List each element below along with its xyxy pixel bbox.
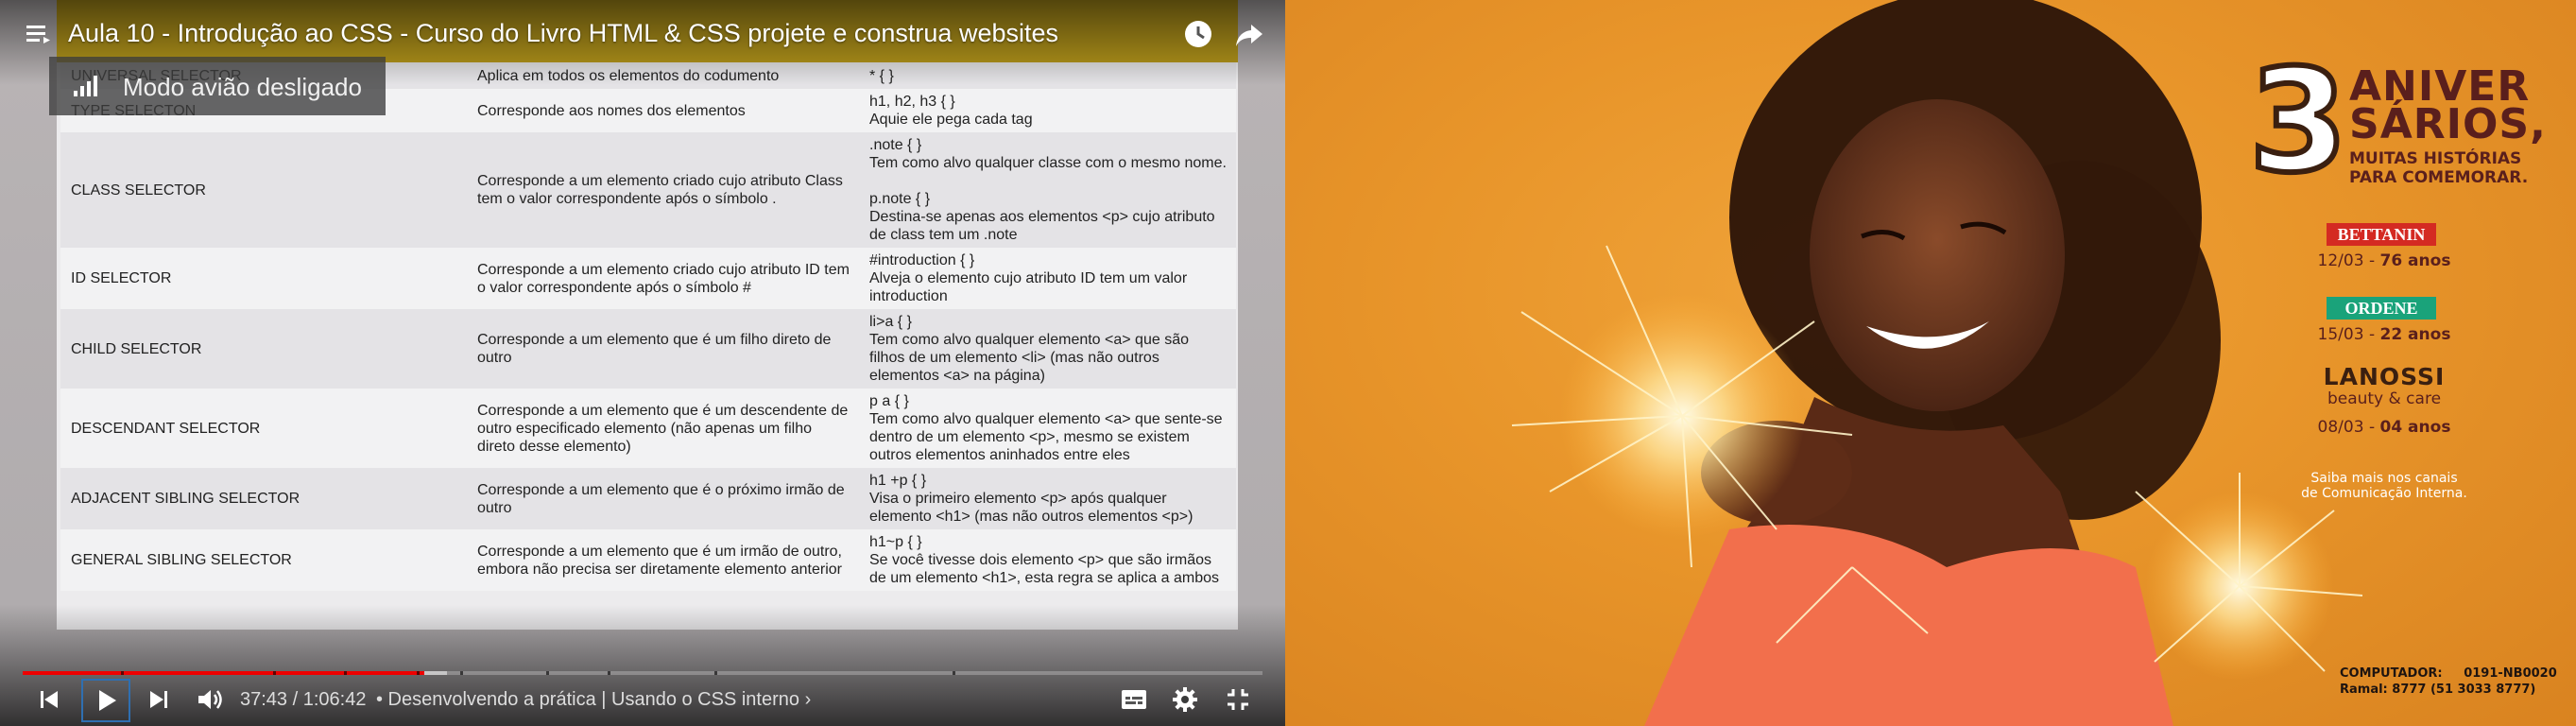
- selector-description: Corresponde a um elemento que é o próxim…: [477, 481, 845, 516]
- table-row: CLASS SELECTOR Corresponde a um elemento …: [60, 132, 1236, 248]
- subline-1: MUITAS HISTÓRIAS: [2349, 149, 2522, 168]
- progress-played: [23, 671, 425, 675]
- selector-name: DESCENDANT SELECTOR: [71, 420, 261, 437]
- skip-next-icon: [150, 691, 167, 708]
- chapter-marker: [545, 671, 549, 675]
- selector-name: GENERAL SIBLING SELECTOR: [71, 552, 292, 568]
- volume-button[interactable]: [193, 684, 227, 715]
- table-row: ADJACENT SIBLING SELECTOR Corresponde a u…: [60, 468, 1236, 529]
- selector-name: CHILD SELECTOR: [71, 340, 202, 357]
- chapter-marker: [460, 671, 464, 675]
- ordene-logo: ORDENE: [2327, 297, 2436, 320]
- ordene-date: 15/03 - 22 anos: [2317, 325, 2451, 344]
- signal-icon: [74, 76, 97, 96]
- menu-icon[interactable]: [21, 17, 55, 51]
- chapter-marker: [714, 671, 718, 675]
- clock-icon[interactable]: [1181, 17, 1215, 51]
- selector-example: h1~p { } Se você tivesse dois elemento <…: [869, 534, 1219, 586]
- selector-name: ID SELECTOR: [71, 270, 172, 286]
- lanossi-logo: LANOSSI: [2323, 363, 2446, 390]
- selector-description: Corresponde a um elemento criado cujo at…: [477, 173, 843, 207]
- chapter-marker: [953, 671, 955, 675]
- bettanin-logo: BETTANIN: [2327, 223, 2436, 246]
- subline-2: PARA COMEMORAR.: [2349, 168, 2529, 187]
- next-button[interactable]: [144, 684, 174, 715]
- lanossi-tagline: beauty & care: [2327, 389, 2442, 408]
- headline-line-2: SÁRIOS,: [2349, 100, 2547, 148]
- table-row: GENERAL SIBLING SELECTOR Corresponde a um…: [60, 529, 1236, 591]
- info-line-2: de Comunicação Interna.: [2301, 486, 2467, 501]
- bettanin-date: 12/03 - 76 anos: [2317, 251, 2451, 270]
- lanossi-date: 08/03 - 04 anos: [2317, 418, 2451, 437]
- airplane-mode-toast: Modo avião desligado: [49, 57, 386, 115]
- selector-name: ADJACENT SIBLING SELECTOR: [71, 491, 301, 507]
- selector-description: Corresponde aos nomes dos elementos: [477, 102, 746, 119]
- chapter-marker: [343, 671, 347, 675]
- fullscreen-exit-icon: [1228, 689, 1248, 710]
- chapter-marker: [608, 671, 611, 675]
- table-row: DESCENDANT SELECTOR Corresponde a um elem…: [60, 389, 1236, 468]
- selector-description: Corresponde a um elemento que é um desce…: [477, 402, 849, 455]
- subtitles-button[interactable]: [1117, 684, 1151, 715]
- volume-icon: [198, 690, 222, 709]
- settings-button[interactable]: [1168, 684, 1202, 715]
- video-player[interactable]: UNIVERSAL SELECTORAplica em todos os ele…: [0, 0, 1285, 726]
- anniversary-headline: ANIVER SÁRIOS, MUITAS HISTÓRIAS PARA COM…: [2249, 59, 2546, 200]
- chapter-marker: [120, 671, 124, 675]
- gear-icon: [1173, 687, 1197, 712]
- skip-previous-icon: [41, 691, 58, 708]
- selector-example: li>a { } Tem como alvo qualquer elemento…: [869, 314, 1189, 384]
- info-line-1: Saiba mais nos canais: [2310, 471, 2458, 486]
- fullscreen-exit-button[interactable]: [1221, 684, 1255, 715]
- share-icon[interactable]: [1232, 17, 1266, 51]
- selector-name: CLASS SELECTOR: [71, 182, 206, 199]
- progress-bar[interactable]: [23, 671, 1262, 675]
- play-button[interactable]: [81, 679, 130, 722]
- footer-extension: Ramal: 8777 (51 3033 8777): [2340, 683, 2536, 697]
- airplane-toast-text: Modo avião desligado: [123, 73, 362, 101]
- time-display: 37:43 / 1:06:42: [240, 689, 367, 710]
- selector-example: h1, h2, h3 { } Aquie ele pega cada tag: [869, 94, 1033, 128]
- selector-description: Corresponde a um elemento que é um filho…: [477, 332, 832, 366]
- selector-example: #introduction { } Alveja o elemento cujo…: [869, 252, 1188, 304]
- previous-button[interactable]: [34, 684, 64, 715]
- table-row: CHILD SELECTOR Corresponde a um elemento …: [60, 309, 1236, 389]
- subtitles-icon: [1122, 690, 1146, 709]
- play-icon: [99, 690, 116, 711]
- selector-description: Corresponde a um elemento que é um irmão…: [477, 543, 842, 578]
- chapter-marker: [417, 671, 421, 675]
- selector-description: Corresponde a um elemento criado cujo at…: [477, 261, 850, 296]
- selectors-table: UNIVERSAL SELECTORAplica em todos os ele…: [60, 62, 1236, 591]
- chapter-title[interactable]: • Desenvolvendo a prática | Usando o CSS…: [376, 689, 811, 711]
- table-row: ID SELECTOR Corresponde a um elemento cri…: [60, 248, 1236, 309]
- selector-example: h1 +p { } Visa o primeiro elemento <p> a…: [869, 473, 1194, 525]
- footer-computer: COMPUTADOR: 0191-NB0020: [2340, 666, 2557, 681]
- chapter-marker: [273, 671, 277, 675]
- selector-example: p a { } Tem como alvo qualquer elemento …: [869, 393, 1223, 463]
- selector-example: .note { } Tem como alvo qualquer classe …: [869, 137, 1227, 243]
- video-title[interactable]: Aula 10 - Introdução ao CSS - Curso do L…: [68, 19, 1058, 48]
